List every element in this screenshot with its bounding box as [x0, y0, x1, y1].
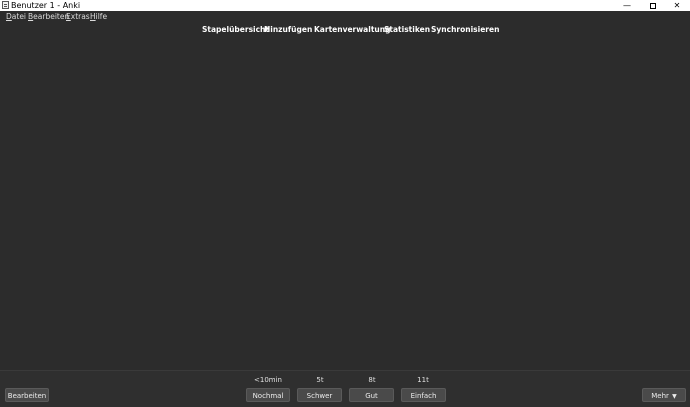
minimize-button[interactable]: —	[614, 0, 640, 11]
nav-sync[interactable]: Synchronisieren	[431, 24, 499, 36]
window-title: Benutzer 1 - Anki	[11, 1, 81, 10]
more-button[interactable]: Mehr ▼	[642, 388, 686, 402]
menu-label: ilfe	[95, 12, 108, 21]
interval-hard: 5t	[316, 376, 324, 384]
easy-button[interactable]: Einfach	[401, 388, 446, 402]
top-navigation: Stapelübersicht Hinzufügen Kartenverwalt…	[0, 24, 690, 36]
menu-hilfe[interactable]: Hilfe	[90, 11, 107, 22]
close-icon: ✕	[673, 1, 681, 10]
card-content-area	[0, 40, 690, 370]
menu-label: xtras	[70, 12, 90, 21]
review-bottombar: <10min 5t 8t 11t Bearbeiten Nochmal Schw…	[0, 370, 690, 407]
more-label: Mehr	[651, 392, 669, 400]
again-button[interactable]: Nochmal	[246, 388, 290, 402]
restore-icon	[650, 3, 656, 9]
nav-deck-overview[interactable]: Stapelübersicht	[202, 24, 269, 36]
menu-extras[interactable]: Extras	[66, 11, 90, 22]
nav-add[interactable]: Hinzufügen	[264, 24, 312, 36]
good-button[interactable]: Gut	[349, 388, 394, 402]
interval-easy: 11t	[417, 376, 429, 384]
hard-button[interactable]: Schwer	[297, 388, 342, 402]
edit-button[interactable]: Bearbeiten	[5, 388, 49, 402]
nav-browse[interactable]: Kartenverwaltung	[314, 24, 390, 36]
close-button[interactable]: ✕	[664, 0, 690, 11]
interval-good: 8t	[368, 376, 376, 384]
triangle-down-icon: ▼	[672, 393, 677, 400]
menubar: Datei Bearbeiten Extras Hilfe	[0, 11, 690, 22]
menu-bearbeiten[interactable]: Bearbeiten	[28, 11, 69, 22]
nav-stats[interactable]: Statistiken	[384, 24, 430, 36]
anki-app-icon	[2, 1, 9, 9]
maximize-button[interactable]	[640, 0, 666, 11]
window-titlebar: Benutzer 1 - Anki — ✕	[0, 0, 690, 11]
menu-label: atei	[11, 12, 27, 21]
menu-datei[interactable]: Datei	[6, 11, 26, 22]
minimize-icon: —	[623, 1, 631, 10]
menu-label: earbeiten	[33, 12, 70, 21]
interval-again: <10min	[254, 376, 282, 384]
